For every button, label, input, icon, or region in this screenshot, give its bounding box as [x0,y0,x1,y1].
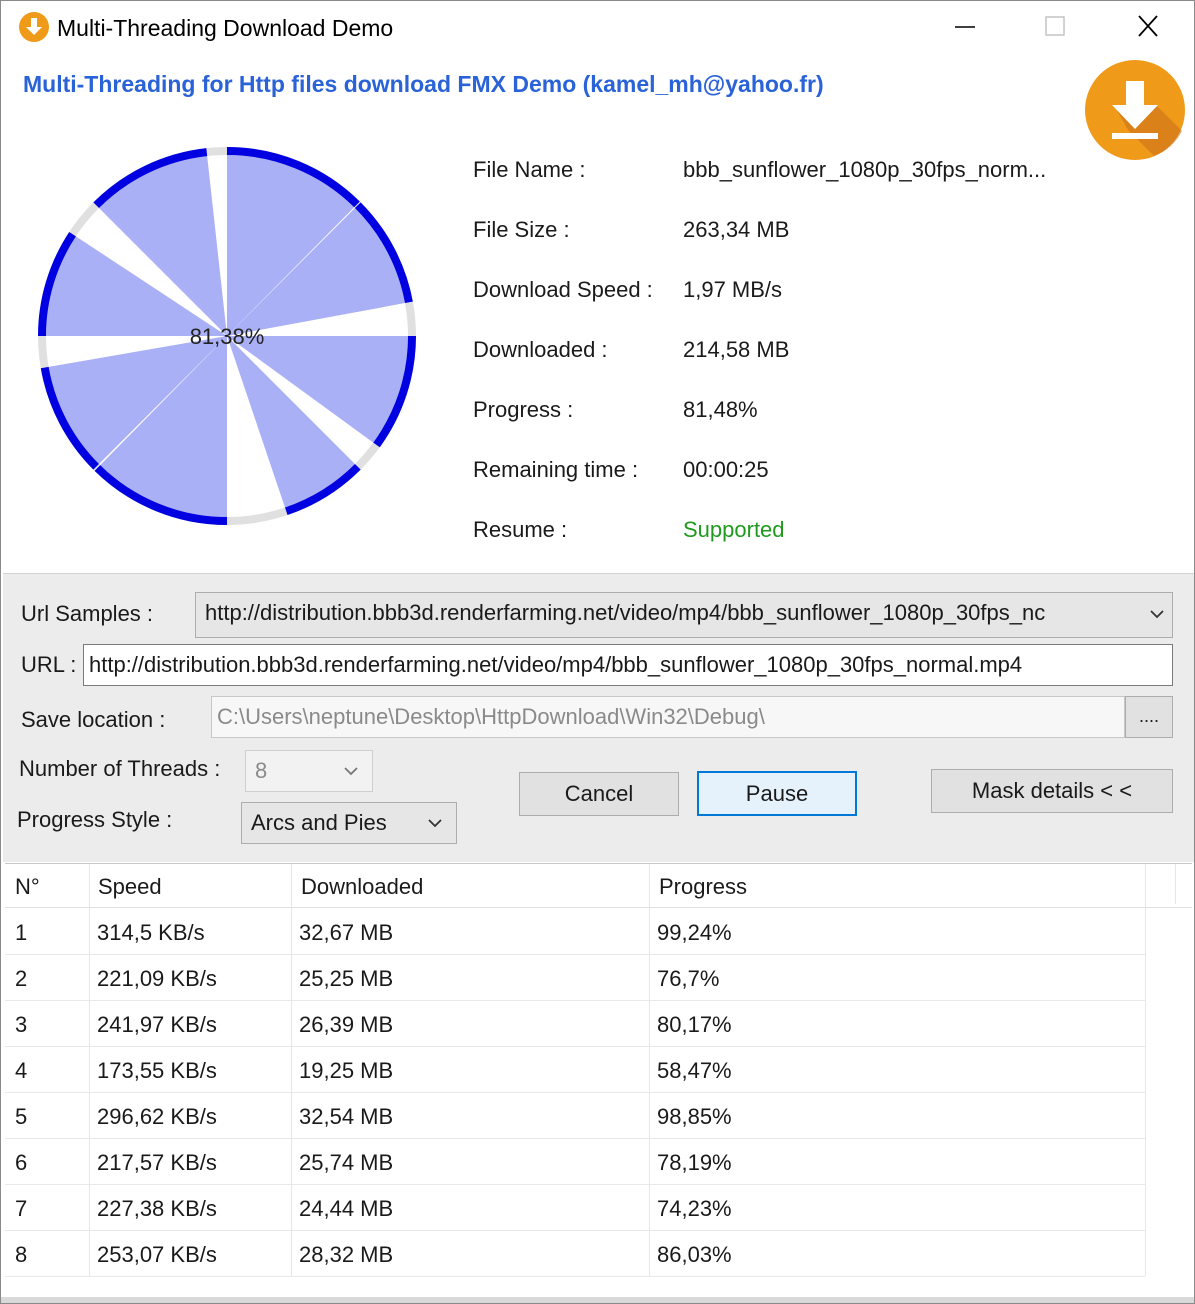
url-samples-selected: http://distribution.bbb3d.renderfarming.… [205,600,1046,625]
cell-number: 1 [15,920,28,945]
url-input[interactable]: http://distribution.bbb3d.renderfarming.… [83,644,1173,686]
save-location-text: C:\Users\neptune\Desktop\HttpDownload\Wi… [217,704,765,729]
cell-number: 3 [15,1012,28,1037]
title-bar[interactable]: Multi-Threading Download Demo [1,1,1194,57]
cell-speed: 253,07 KB/s [97,1242,217,1267]
maximize-button[interactable] [1026,1,1086,53]
cell-progress: 78,19% [657,1150,732,1175]
file-size-value: 263,34 MB [683,217,790,242]
resume-status: Supported [683,517,785,542]
download-speed-value: 1,97 MB/s [683,277,783,302]
cell-progress: 74,23% [657,1196,732,1221]
cell-speed: 227,38 KB/s [97,1196,217,1221]
minimize-button[interactable] [936,1,996,53]
progress-style-label: Progress Style : [17,807,173,832]
cell-downloaded: 32,67 MB [299,920,394,945]
app-heading: Multi-Threading for Http files download … [23,71,824,97]
cell-number: 6 [15,1150,28,1175]
cell-speed: 296,62 KB/s [97,1104,217,1129]
chevron-down-icon [420,803,450,843]
remaining-time-label: Remaining time : [473,457,639,482]
cell-downloaded: 32,54 MB [299,1104,394,1129]
cell-progress: 58,47% [657,1058,732,1083]
progress-style-selected: Arcs and Pies [251,810,387,835]
cell-progress: 98,85% [657,1104,732,1129]
cell-number: 2 [15,966,28,991]
cell-downloaded: 28,32 MB [299,1242,394,1267]
header-progress[interactable]: Progress [659,874,747,900]
pie-center-label: 81,38% [190,324,265,349]
header-downloaded[interactable]: Downloaded [301,874,423,900]
threads-label: Number of Threads : [19,756,221,781]
download-app-icon [19,12,49,42]
threads-selected: 8 [255,758,268,783]
cell-downloaded: 19,25 MB [299,1058,394,1083]
url-samples-dropdown[interactable]: http://distribution.bbb3d.renderfarming.… [195,592,1173,638]
cell-number: 4 [15,1058,28,1083]
remaining-time-value: 00:00:25 [683,457,769,482]
url-input-text: http://distribution.bbb3d.renderfarming.… [89,652,1023,677]
file-size-label: File Size : [473,217,570,242]
table-row[interactable]: 1 314,5 KB/s 32,67 MB 99,24% [5,908,1145,955]
browse-button[interactable]: .... [1125,696,1173,738]
cell-progress: 86,03% [657,1242,732,1267]
cell-downloaded: 24,44 MB [299,1196,394,1221]
threads-table: N° Speed Downloaded Progress 1 314,5 KB/s… [5,863,1192,1280]
table-row[interactable]: 2 221,09 KB/s 25,25 MB 76,7% [5,954,1145,1001]
cell-speed: 217,57 KB/s [97,1150,217,1175]
table-row[interactable]: 4 173,55 KB/s 19,25 MB 58,47% [5,1046,1145,1093]
cell-number: 7 [15,1196,28,1221]
table-header: N° Speed Downloaded Progress [5,864,1192,908]
file-name-label: File Name : [473,157,586,182]
progress-value: 81,48% [683,397,758,422]
cell-progress: 99,24% [657,920,732,945]
table-row[interactable]: 8 253,07 KB/s 28,32 MB 86,03% [5,1230,1145,1277]
header-speed[interactable]: Speed [98,874,162,900]
save-location-input[interactable]: C:\Users\neptune\Desktop\HttpDownload\Wi… [211,696,1125,738]
threads-dropdown[interactable]: 8 [245,750,373,792]
progress-label: Progress : [473,397,574,422]
cell-downloaded: 26,39 MB [299,1012,394,1037]
chevron-down-icon [1142,593,1172,637]
table-row[interactable]: 6 217,57 KB/s 25,74 MB 78,19% [5,1138,1145,1185]
cell-speed: 173,55 KB/s [97,1058,217,1083]
cell-downloaded: 25,74 MB [299,1150,394,1175]
header-number[interactable]: N° [15,874,40,900]
download-speed-label: Download Speed : [473,277,653,302]
resume-label: Resume : [473,517,568,542]
cell-progress: 76,7% [657,966,720,991]
file-name-value: bbb_sunflower_1080p_30fps_norm... [683,157,1047,182]
table-row[interactable]: 3 241,97 KB/s 26,39 MB 80,17% [5,1000,1145,1047]
cell-speed: 221,09 KB/s [97,966,217,991]
close-button[interactable] [1118,1,1178,53]
url-label: URL : [21,652,77,677]
cell-progress: 80,17% [657,1012,732,1037]
download-logo-icon [1084,59,1186,161]
cell-speed: 241,97 KB/s [97,1012,217,1037]
progress-style-dropdown[interactable]: Arcs and Pies [241,802,457,844]
url-samples-label: Url Samples : [21,601,154,626]
column-separator [1145,864,1146,1276]
table-row[interactable]: 7 227,38 KB/s 24,44 MB 74,23% [5,1184,1145,1231]
downloaded-value: 214,58 MB [683,337,790,362]
pause-button[interactable]: Pause [697,771,857,816]
controls-panel: Url Samples : http://distribution.bbb3d.… [3,573,1194,862]
cell-downloaded: 25,25 MB [299,966,394,991]
column-separator [1175,864,1176,904]
window-bottom-edge [1,1297,1194,1303]
save-location-label: Save location : [21,707,166,732]
downloaded-label: Downloaded : [473,337,608,362]
main-window: Multi-Threading Download Demo Multi-Thre… [0,0,1195,1304]
chevron-down-icon [336,751,366,791]
cell-number: 5 [15,1104,28,1129]
window-title: Multi-Threading Download Demo [57,15,394,41]
cancel-button[interactable]: Cancel [519,772,679,816]
table-row[interactable]: 5 296,62 KB/s 32,54 MB 98,85% [5,1092,1145,1139]
threads-progress-pie-chart: 81,38% [38,147,416,525]
cell-number: 8 [15,1242,28,1267]
mask-details-button[interactable]: Mask details < < [931,769,1173,813]
cell-speed: 314,5 KB/s [97,920,205,945]
